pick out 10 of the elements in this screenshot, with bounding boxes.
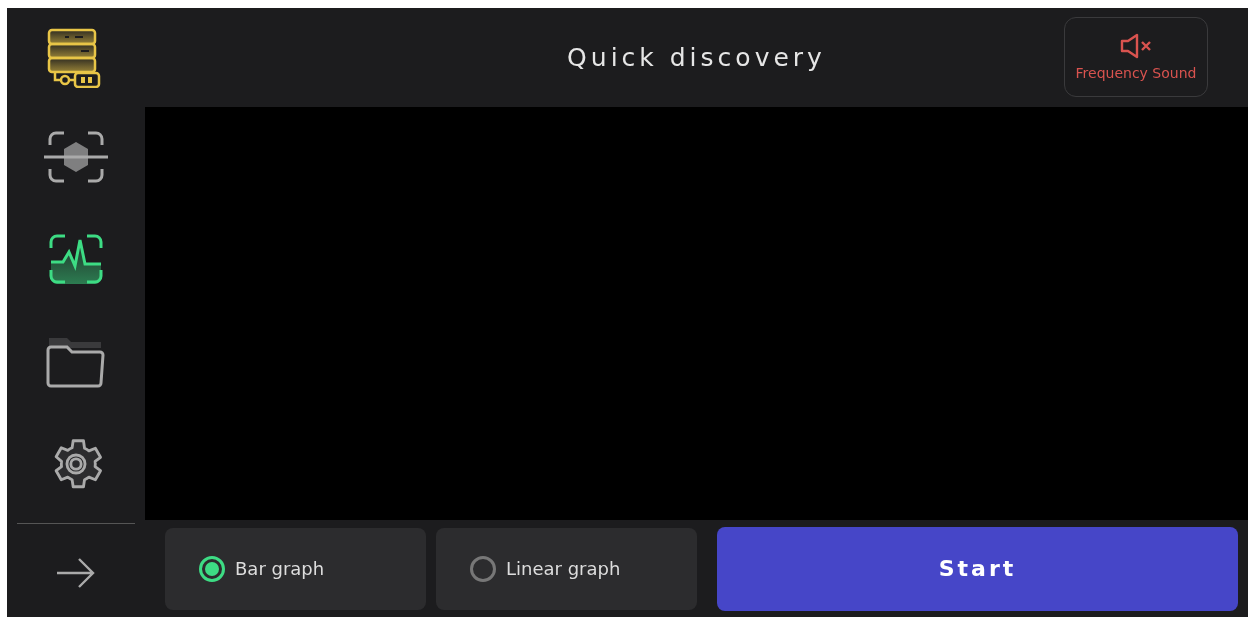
folder-icon — [45, 336, 107, 388]
start-button[interactable]: Start — [717, 526, 1238, 611]
sound-toggle-button[interactable]: Frequency Sound — [1064, 17, 1208, 97]
radio-button[interactable] — [470, 555, 496, 582]
radio-button[interactable] — [199, 555, 225, 582]
screen-title: Quick discovery — [567, 43, 826, 72]
graph-mode-option[interactable]: Bar graph — [165, 527, 426, 610]
scan-cube-icon — [44, 131, 108, 185]
speaker-muted-icon — [1119, 33, 1153, 59]
graph-mode-option[interactable]: Linear graph — [436, 527, 697, 610]
